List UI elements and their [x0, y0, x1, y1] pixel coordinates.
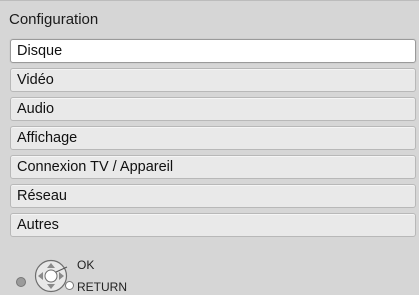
menu-item-reseau[interactable]: Réseau	[10, 184, 416, 208]
settings-menu: Disque Vidéo Audio Affichage Connexion T…	[10, 39, 416, 242]
dpad-icon	[34, 259, 68, 293]
left-dot-icon	[16, 277, 26, 287]
ok-label: OK	[77, 258, 95, 272]
menu-item-audio[interactable]: Audio	[10, 97, 416, 121]
button-guide: OK RETURN	[0, 256, 419, 296]
menu-item-video[interactable]: Vidéo	[10, 68, 416, 92]
menu-item-disque[interactable]: Disque	[10, 39, 416, 63]
menu-item-affichage[interactable]: Affichage	[10, 126, 416, 150]
return-label: RETURN	[77, 280, 127, 294]
configuration-screen: Configuration Disque Vidéo Audio Afficha…	[0, 0, 419, 295]
return-button-icon	[65, 281, 74, 290]
menu-item-autres[interactable]: Autres	[10, 213, 416, 237]
menu-item-connexion-tv[interactable]: Connexion TV / Appareil	[10, 155, 416, 179]
page-title: Configuration	[9, 11, 99, 28]
